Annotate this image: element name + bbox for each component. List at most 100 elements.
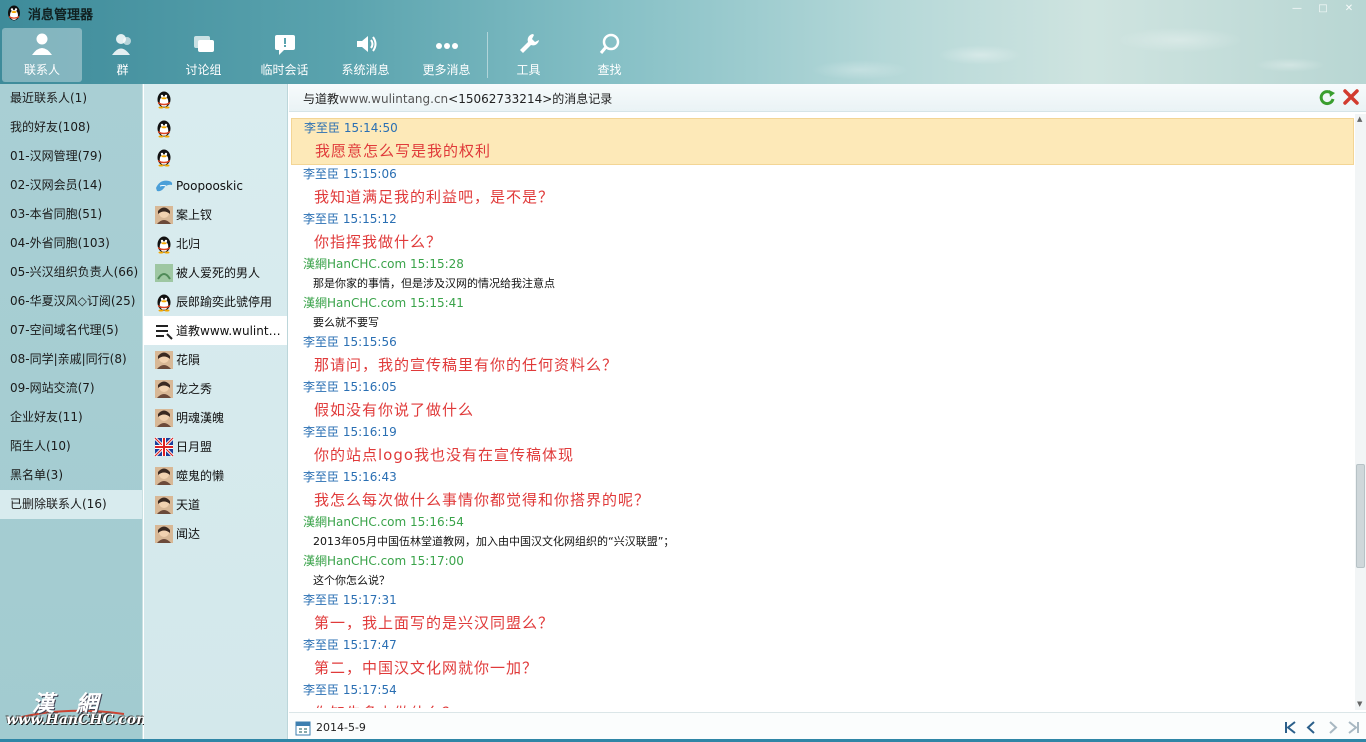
close-icon[interactable] [1342, 88, 1360, 106]
message-item[interactable]: 漢網HanCHC.com 15:17:00 这个你怎么说？ [291, 552, 1354, 591]
calendar-icon[interactable] [295, 720, 311, 736]
refresh-icon[interactable] [1318, 88, 1336, 106]
search-icon [599, 33, 619, 54]
contact-item[interactable]: 辰郎踰奕此號停用 [144, 287, 287, 316]
contact-person-icon [32, 33, 52, 55]
tab-system-messages[interactable]: 系统消息 [325, 28, 406, 82]
group-item[interactable]: 06-华夏汉风◇订阅(25) [0, 287, 142, 316]
title-suffix: <15062733214>的消息记录 [448, 92, 613, 106]
group-item[interactable]: 黑名单(3) [0, 461, 142, 490]
message-panel-title: 与道教www.wulintang.cn<15062733214>的消息记录 [303, 90, 612, 107]
message-text: 我愿意怎么写是我的权利 [315, 142, 492, 160]
group-item[interactable]: 07-空间域名代理(5) [0, 316, 142, 345]
tab-label: 查找 [597, 63, 622, 77]
message-item[interactable]: 李至臣 15:17:54 你知先多少做什么？ [291, 681, 1354, 708]
tab-tools[interactable]: 工具 [488, 28, 569, 82]
message-item[interactable]: 李至臣 15:16:43 我怎么每次做什么事情你都觉得和你搭界的呢？ [291, 468, 1354, 513]
group-item[interactable]: 最近联系人(1) [0, 84, 142, 113]
minimize-button[interactable]: — [1286, 2, 1308, 16]
message-item[interactable]: 漢網HanCHC.com 15:16:54 2013年05月中国伍林堂道教网，加入… [291, 513, 1354, 552]
contact-item[interactable]: Poopooskic [144, 171, 287, 200]
tab-discussion[interactable]: 讨论组 [163, 28, 244, 82]
portrait-avatar-icon [154, 408, 174, 428]
tab-contacts[interactable]: 联系人 [2, 28, 82, 82]
last-page-button[interactable] [1345, 719, 1362, 736]
contact-item[interactable]: 天道 [144, 490, 287, 519]
contact-item[interactable]: 道教www.wulintang.cn [144, 316, 287, 345]
group-item[interactable]: 08-同学|亲戚|同行(8) [0, 345, 142, 374]
message-sender-time: 李至臣 15:14:50 [304, 121, 398, 135]
contact-name: 花隕 [176, 353, 201, 367]
contact-name: 明魂漢魄 [176, 411, 225, 425]
message-item[interactable]: 李至臣 15:17:47 第二，中国汉文化网就你一加？ [291, 636, 1354, 681]
contact-name: 案上钗 [176, 208, 213, 222]
window-title: 消息管理器 [28, 8, 94, 23]
scroll-up-icon[interactable]: ▲ [1357, 116, 1364, 123]
first-page-icon [1285, 721, 1296, 734]
message-item[interactable]: 李至臣 15:16:05 假如没有你说了做什么 [291, 378, 1354, 423]
tab-groups[interactable]: 群 [82, 28, 163, 82]
message-item[interactable]: 漢網HanCHC.com 15:15:28 那是你家的事情，但是涉及汉网的情况给我… [291, 255, 1354, 294]
contact-item[interactable] [144, 142, 287, 171]
message-sender-time: 漢網HanCHC.com 15:15:28 [303, 257, 464, 271]
more-icon [435, 43, 458, 49]
title-bar: 消息管理器 — □ ✕ [0, 0, 1366, 26]
scroll-down-icon[interactable]: ▼ [1357, 701, 1364, 708]
contact-item[interactable]: 被人爱死的男人 [144, 258, 287, 287]
group-item[interactable]: 02-汉网会员(14) [0, 171, 142, 200]
contact-name: 被人爱死的男人 [176, 266, 261, 280]
contact-item[interactable]: 花隕 [144, 345, 287, 374]
tab-label: 工具 [516, 63, 541, 77]
contact-item[interactable]: 日月盟 [144, 432, 287, 461]
penguin-icon [154, 234, 174, 254]
portrait-avatar-icon [154, 379, 174, 399]
contact-item[interactable]: 闻达 [144, 519, 287, 548]
title-site: www.wulintang.cn [339, 92, 449, 106]
tab-label: 更多消息 [422, 63, 471, 77]
group-item[interactable]: 陌生人(10) [0, 432, 142, 461]
maximize-button[interactable]: □ [1312, 2, 1334, 16]
tab-temp-session[interactable]: 临时会话 [244, 28, 325, 82]
contact-item[interactable]: 北归 [144, 229, 287, 258]
group-item[interactable]: 04-外省同胞(103) [0, 229, 142, 258]
message-item[interactable]: 李至臣 15:16:19 你的站点logo我也没有在宣传稿体现 [291, 423, 1354, 468]
contact-item[interactable] [144, 113, 287, 142]
current-date: 2014-5-9 [316, 721, 366, 734]
message-text: 那是你家的事情，但是涉及汉网的情况给我注意点 [313, 277, 555, 290]
group-item[interactable]: 05-兴汉组织负责人(66) [0, 258, 142, 287]
portrait-avatar-icon [154, 495, 174, 515]
contact-item[interactable] [144, 84, 287, 113]
contact-item[interactable]: 案上钗 [144, 200, 287, 229]
group-item[interactable]: 我的好友(108) [0, 113, 142, 142]
group-item[interactable]: 03-本省同胞(51) [0, 200, 142, 229]
message-text: 要么就不要写 [313, 316, 379, 329]
message-item[interactable]: 漢網HanCHC.com 15:15:41 要么就不要写 [291, 294, 1354, 333]
message-item[interactable]: 李至臣 15:15:56 那请问，我的宣传稿里有你的任何资料么？ [291, 333, 1354, 378]
next-page-button[interactable] [1324, 719, 1341, 736]
contact-item[interactable]: 明魂漢魄 [144, 403, 287, 432]
portrait-avatar-icon [154, 524, 174, 544]
penguin-icon [154, 89, 174, 109]
message-item[interactable]: 李至臣 15:14:50 我愿意怎么写是我的权利 [291, 118, 1354, 165]
message-sender-time: 漢網HanCHC.com 15:17:00 [303, 554, 464, 568]
contact-item[interactable]: 龙之秀 [144, 374, 287, 403]
group-item[interactable]: 企业好友(11) [0, 403, 142, 432]
tab-label: 临时会话 [260, 63, 309, 77]
message-scrollbar[interactable]: ▲ ▼ [1355, 114, 1366, 710]
scroll-thumb[interactable] [1356, 464, 1365, 568]
message-sender-time: 漢網HanCHC.com 15:16:54 [303, 515, 464, 529]
group-item[interactable]: 09-网站交流(7) [0, 374, 142, 403]
contact-name: 龙之秀 [176, 382, 213, 396]
tab-more-messages[interactable]: 更多消息 [406, 28, 487, 82]
group-item[interactable]: 已删除联系人(16) [0, 490, 142, 519]
message-item[interactable]: 李至臣 15:15:06 我知道满足我的利益吧，是不是？ [291, 165, 1354, 210]
tab-search[interactable]: 查找 [569, 28, 650, 82]
first-page-button[interactable] [1282, 719, 1299, 736]
message-item[interactable]: 李至臣 15:17:31 第一，我上面写的是兴汉同盟么？ [291, 591, 1354, 636]
group-item[interactable]: 01-汉网管理(79) [0, 142, 142, 171]
prev-page-button[interactable] [1303, 719, 1320, 736]
message-sender-time: 李至臣 15:15:12 [303, 212, 397, 226]
close-window-button[interactable]: ✕ [1338, 2, 1360, 16]
message-item[interactable]: 李至臣 15:15:12 你指挥我做什么？ [291, 210, 1354, 255]
contact-item[interactable]: 噬鬼的懒 [144, 461, 287, 490]
